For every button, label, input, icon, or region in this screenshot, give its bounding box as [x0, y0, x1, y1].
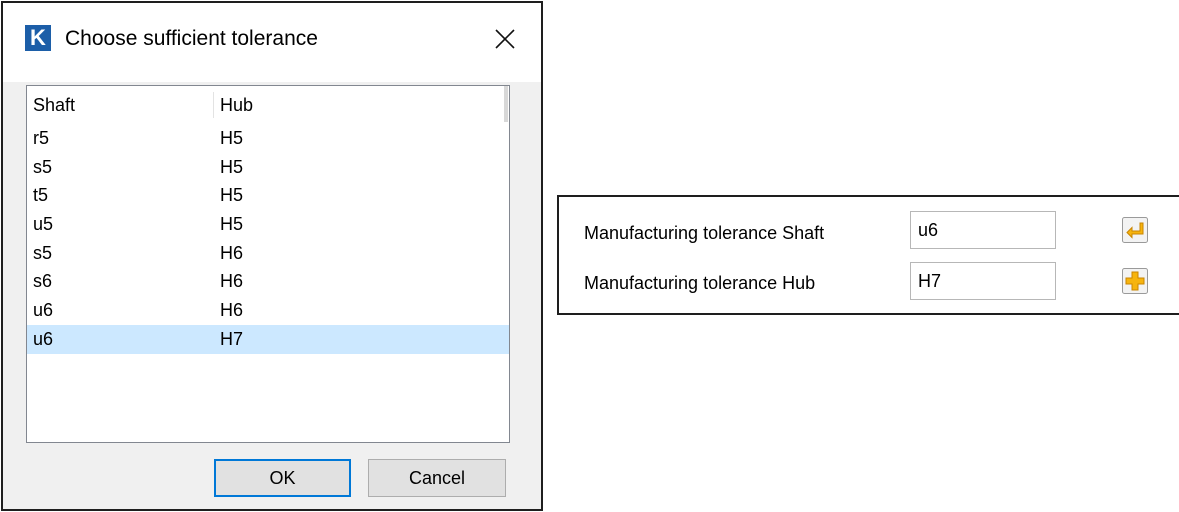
hub-add-button[interactable]	[1122, 268, 1148, 294]
cancel-button[interactable]: Cancel	[368, 459, 506, 497]
cell-hub: H6	[220, 242, 244, 263]
list-row[interactable]: u5 H5	[27, 210, 509, 239]
list-row[interactable]: u6 H6	[27, 296, 509, 325]
cell-hub: H5	[220, 128, 244, 148]
tolerance-list[interactable]: Shaft Hub r5 H5 s5 H5 t5 H5 u5 H5 s5 H6 s6 H6 u6 H6 u6…	[26, 85, 510, 443]
cell-hub: H6	[220, 271, 244, 292]
list-rows: r5 H5 s5 H5 t5 H5 u5 H5 s5 H6 s6 H6 u6 H6 u6 H7	[27, 124, 509, 354]
cell-hub: H6	[220, 300, 244, 321]
cell-shaft: s6	[33, 271, 53, 292]
shaft-tolerance-label: Manufacturing tolerance Shaft	[584, 223, 825, 243]
shaft-tolerance-field[interactable]: u6	[910, 211, 1056, 249]
column-header-hub[interactable]: Hub	[220, 86, 500, 122]
list-header: Shaft Hub	[27, 86, 509, 122]
shaft-transfer-button[interactable]	[1122, 217, 1148, 243]
list-row[interactable]: s5 H5	[27, 153, 509, 182]
list-row[interactable]: r5 H5	[27, 124, 509, 153]
ok-button[interactable]: OK	[214, 459, 351, 497]
tolerance-panel: Manufacturing tolerance Shaft u6 Manufac…	[557, 195, 1179, 315]
cell-hub: H7	[220, 328, 244, 349]
list-row[interactable]: s6 H6	[27, 267, 509, 296]
column-header-shaft[interactable]: Shaft	[33, 86, 213, 122]
arrow-return-icon	[1122, 217, 1148, 243]
cell-hub: H5	[220, 214, 244, 235]
list-row[interactable]: u6 H7	[27, 324, 509, 354]
app-logo-icon: K	[25, 25, 51, 51]
cell-shaft: u6	[33, 328, 54, 349]
cell-shaft: s5	[33, 156, 53, 177]
column-divider[interactable]	[213, 92, 214, 118]
hub-tolerance-field[interactable]: H7	[910, 262, 1056, 300]
cell-shaft: r5	[33, 128, 50, 148]
list-row[interactable]: t5 H5	[27, 181, 509, 210]
cell-shaft: u5	[33, 214, 54, 235]
cell-shaft: s5	[33, 242, 53, 263]
close-button[interactable]	[483, 17, 527, 61]
plus-icon	[1122, 268, 1148, 294]
dialog-titlebar: K Choose sufficient tolerance	[3, 3, 541, 82]
list-row[interactable]: s5 H6	[27, 239, 509, 268]
cell-hub: H5	[220, 185, 244, 206]
cell-shaft: t5	[33, 185, 49, 206]
tolerance-dialog: K Choose sufficient tolerance Shaft Hub …	[1, 1, 543, 511]
dialog-title: Choose sufficient tolerance	[65, 27, 318, 50]
cell-shaft: u6	[33, 300, 54, 321]
cell-hub: H5	[220, 156, 244, 177]
hub-tolerance-label: Manufacturing tolerance Hub	[584, 273, 816, 293]
scrollbar[interactable]	[504, 86, 508, 122]
close-icon	[495, 29, 515, 49]
